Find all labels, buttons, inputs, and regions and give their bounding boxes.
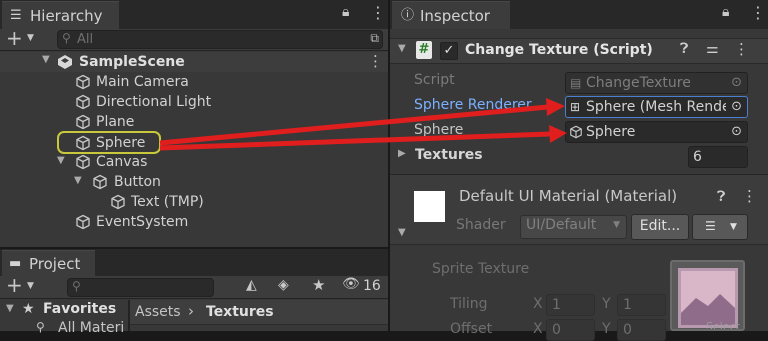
annotation-arrowhead-renderer xyxy=(546,98,565,116)
annotation-arrows xyxy=(159,98,567,151)
annotation-arrowhead-sphere xyxy=(549,125,567,143)
